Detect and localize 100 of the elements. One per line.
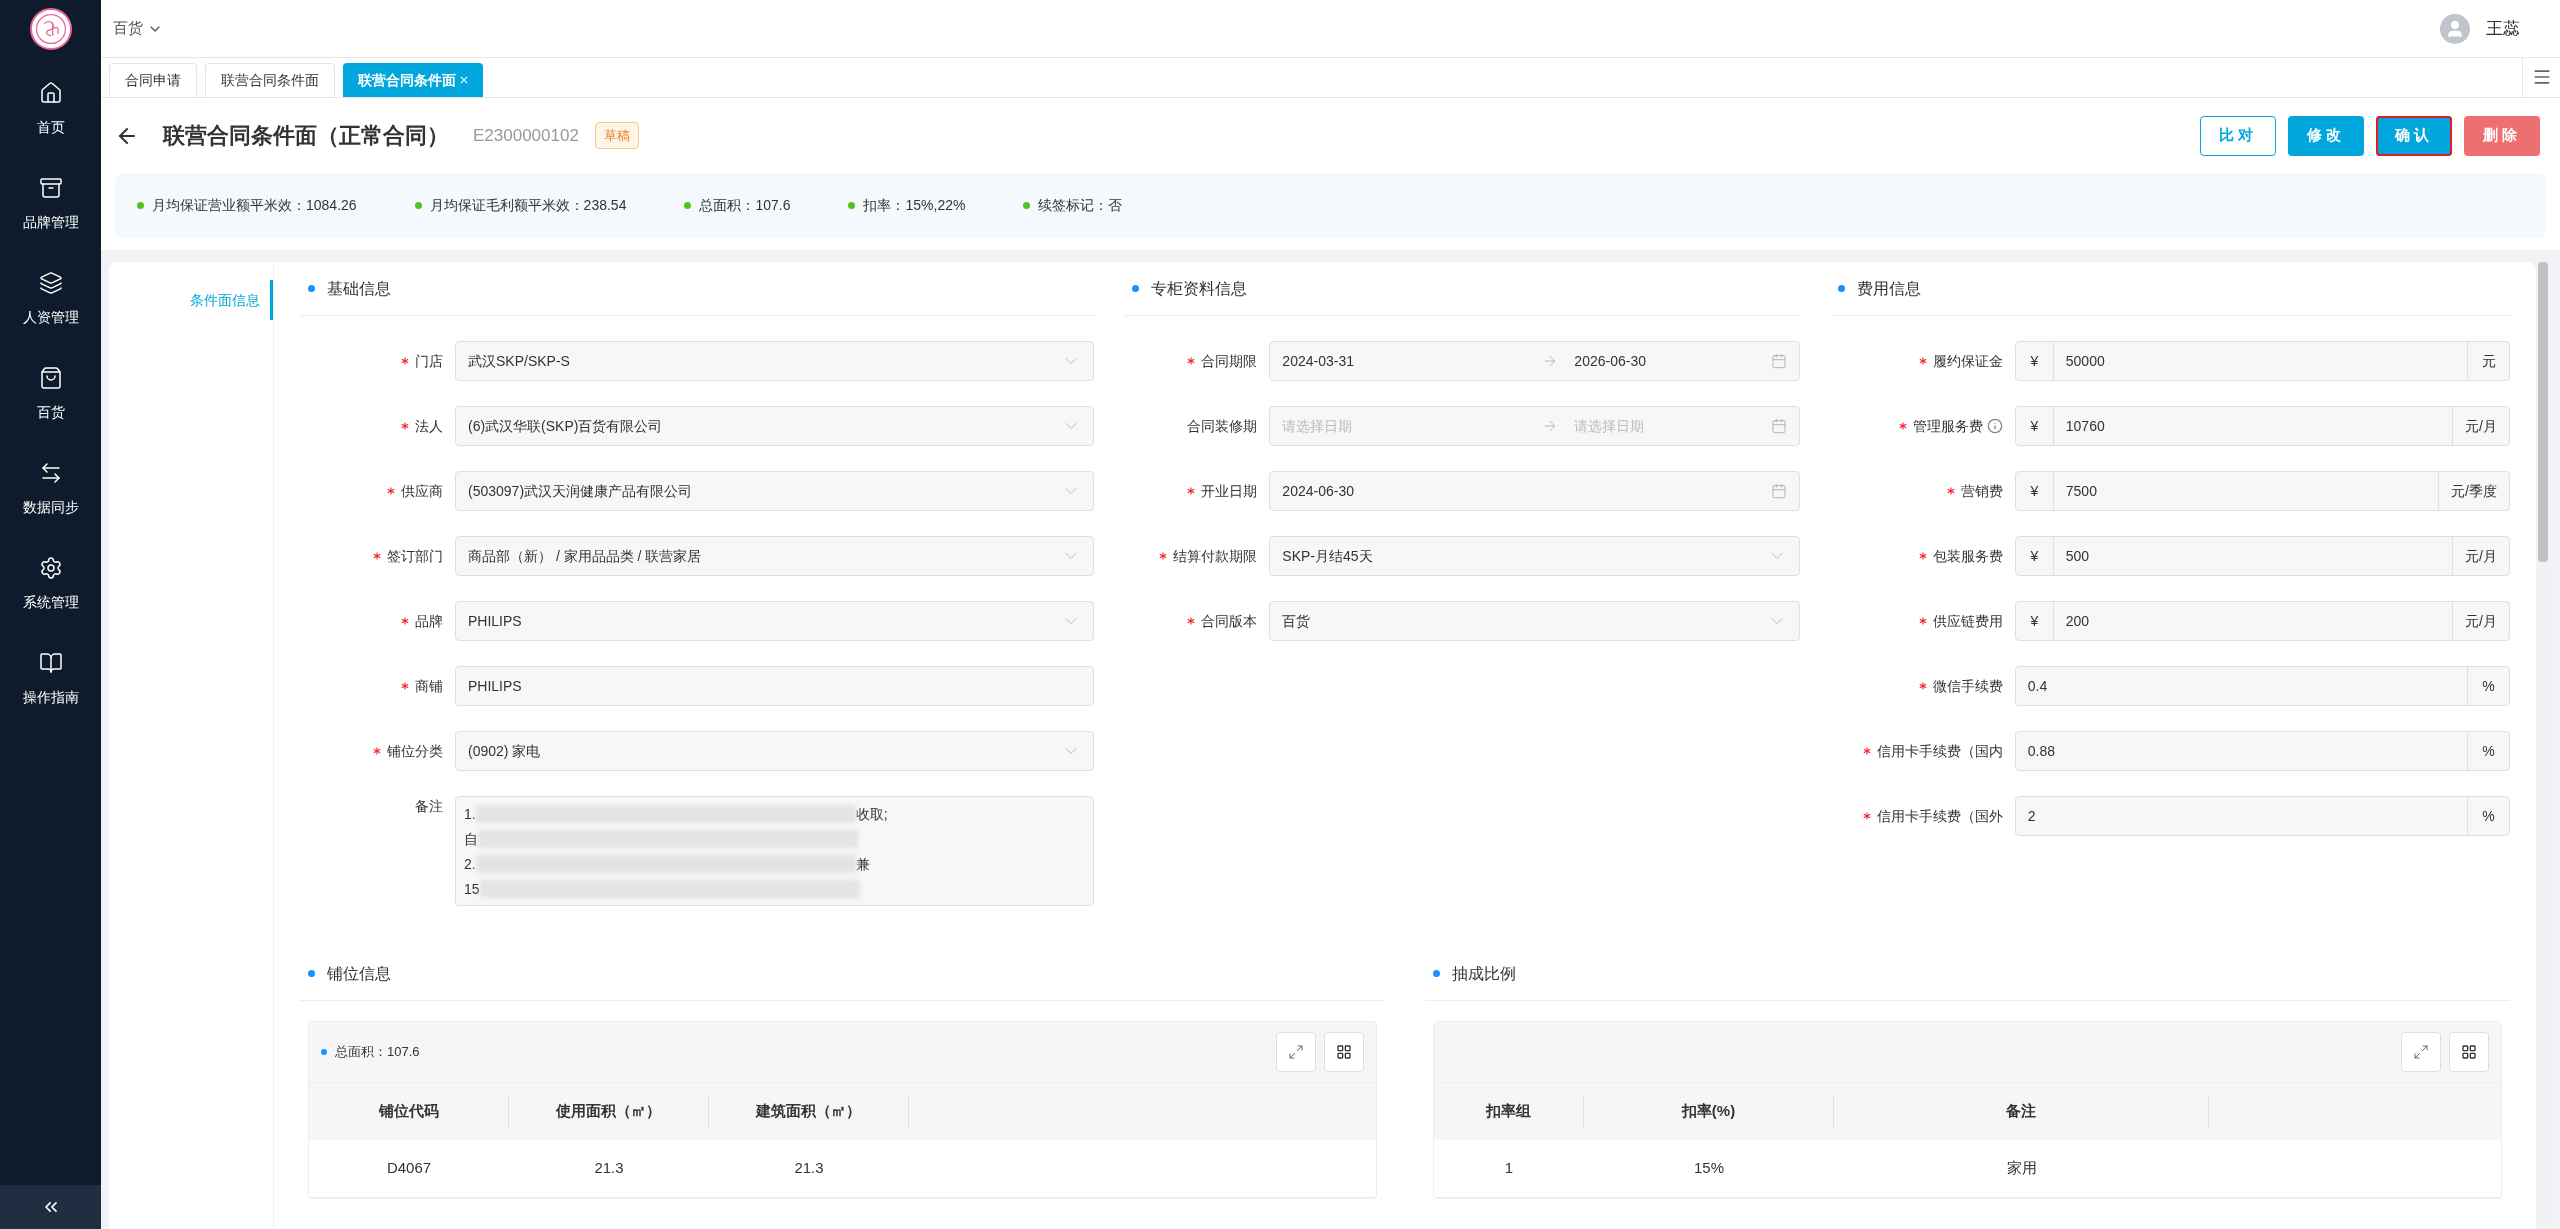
select-field[interactable]: PHILIPS	[455, 601, 1095, 641]
field-label: 信用卡手续费（国外	[1876, 806, 2003, 826]
amount-field[interactable]: ¥ 10760 元/月	[2014, 406, 2510, 446]
summary-item: 总面积：107.6	[699, 196, 791, 215]
summary-item: 月均保证毛利额平米效：238.54	[429, 196, 627, 215]
field-label: 供应链费用	[1932, 611, 2003, 631]
select-field[interactable]: 百货	[1269, 601, 1800, 641]
expand-icon	[1288, 1044, 1304, 1060]
grid-icon	[2461, 1044, 2477, 1060]
column-header: 扣率(%)	[1584, 1095, 1834, 1128]
store-dropdown[interactable]: 百货	[113, 17, 163, 40]
section-title: 铺位信息	[327, 963, 391, 984]
required-icon	[1159, 552, 1168, 560]
amount-field[interactable]: 0.88 %	[2014, 731, 2510, 771]
expand-icon	[2413, 1044, 2429, 1060]
sidebar-item[interactable]: 系统管理	[0, 537, 101, 632]
column-header: 使用面积（㎡）	[509, 1095, 709, 1128]
tab[interactable]: 联营合同条件面	[205, 63, 335, 97]
required-icon	[401, 422, 409, 430]
table-cell-text: 21.3	[593, 1158, 625, 1179]
required-icon	[1918, 682, 1927, 690]
field-label: 履约保证金	[1932, 351, 2003, 371]
table-cell-text: 1	[1503, 1158, 1515, 1179]
amount-field[interactable]: ¥ 200 元/月	[2014, 601, 2510, 641]
required-icon	[387, 487, 395, 495]
bullet-icon	[308, 285, 315, 292]
total-area-text: 总面积：107.6	[335, 1043, 420, 1062]
close-icon[interactable]	[460, 76, 468, 84]
required-icon	[1918, 617, 1927, 625]
settings-icon	[38, 556, 63, 580]
archive-box-icon	[38, 176, 63, 200]
amount-field[interactable]: ¥ 7500 元/季度	[2014, 471, 2510, 511]
summary-item: 续签标记：否	[1038, 196, 1123, 215]
bullet-icon	[308, 970, 315, 977]
select-field[interactable]: 武汉SKP/SKP-S	[455, 341, 1095, 381]
columns-button[interactable]	[2449, 1032, 2489, 1072]
date-field[interactable]: 2024-06-30	[1269, 471, 1800, 511]
field-label: 商铺	[415, 676, 443, 696]
section-title: 基础信息	[327, 278, 391, 299]
bullet-icon	[1837, 285, 1845, 292]
amount-field[interactable]: ¥ 500 元/月	[2014, 536, 2510, 576]
amount-field[interactable]: 2 %	[2014, 796, 2510, 836]
table-cell-text: 21.3	[793, 1158, 825, 1179]
calendar-icon	[1770, 483, 1787, 499]
required-icon	[1187, 487, 1196, 495]
field-label: 包装服务费	[1932, 546, 2003, 566]
calendar-icon	[1770, 353, 1787, 369]
select-field[interactable]: (6)武汉华联(SKP)百货有限公司	[455, 406, 1095, 446]
remark-field[interactable]: 1. 收取; 自 2. 兼 15	[455, 796, 1095, 906]
field-label: 门店	[415, 351, 443, 371]
grid-icon	[1336, 1044, 1352, 1060]
required-icon	[401, 357, 409, 365]
field-label: 法人	[415, 416, 443, 436]
required-icon	[401, 617, 409, 625]
sidebar-item[interactable]: 人资管理	[0, 252, 101, 347]
column-header: 铺位代码	[309, 1095, 509, 1128]
sidebar-item[interactable]: 操作指南	[0, 632, 101, 727]
calendar-icon	[1770, 418, 1787, 434]
table-cell-text: 15%	[1693, 1158, 1725, 1179]
field-label: 签订部门	[387, 546, 443, 566]
required-icon	[1918, 357, 1927, 365]
tab[interactable]: 合同申请	[109, 63, 197, 97]
required-icon	[1898, 422, 1907, 430]
section-title: 专柜资料信息	[1151, 278, 1248, 299]
sidebar-item[interactable]: 数据同步	[0, 442, 101, 537]
status-badge: 草稿	[594, 121, 639, 150]
amount-field[interactable]: ¥ 50000 元	[2014, 341, 2510, 381]
bullet-icon	[1433, 970, 1440, 977]
input-field[interactable]: PHILIPS	[455, 666, 1095, 706]
book-icon	[38, 651, 63, 675]
required-icon	[401, 682, 409, 690]
sidebar-item[interactable]: 品牌管理	[0, 157, 101, 252]
fullscreen-button[interactable]	[2401, 1032, 2441, 1072]
layers-icon	[38, 271, 63, 295]
required-icon	[1862, 747, 1871, 755]
table-cell-text: D4067	[385, 1158, 433, 1179]
sidebar-item[interactable]: 百货	[0, 347, 101, 442]
select-field[interactable]: SKP-月结45天	[1269, 536, 1800, 576]
field-label: 开业日期	[1201, 481, 1258, 501]
user-name: 王蕊	[2486, 17, 2520, 40]
section-title: 抽成比例	[1452, 963, 1516, 984]
fullscreen-button[interactable]	[1276, 1032, 1316, 1072]
select-field[interactable]: 商品部（新） / 家用品品类 / 联营家居	[455, 536, 1095, 576]
date-range-field[interactable]: 2024-03-31 2026-06-30	[1269, 341, 1800, 381]
field-label: 结算付款期限	[1173, 546, 1258, 566]
select-field[interactable]: (0902) 家电	[455, 731, 1095, 771]
field-label: 合同装修期	[1187, 416, 1258, 436]
field-label: 微信手续费	[1932, 676, 2003, 696]
field-label: 信用卡手续费（国内	[1876, 741, 2003, 761]
columns-button[interactable]	[1324, 1032, 1364, 1072]
section-title: 费用信息	[1856, 278, 1921, 299]
select-field[interactable]: (503097)武汉天润健康产品有限公司	[455, 471, 1095, 511]
page-title: 联营合同条件面（正常合同）	[163, 122, 449, 150]
field-label: 合同期限	[1201, 351, 1258, 371]
required-icon	[373, 747, 381, 755]
amount-field[interactable]: 0.4 %	[2014, 666, 2510, 706]
column-header: 扣率组	[1434, 1095, 1584, 1128]
table-cell-text: 家用	[2005, 1158, 2038, 1179]
logo-icon	[29, 8, 72, 50]
sidebar-item[interactable]: 首页	[0, 62, 101, 157]
